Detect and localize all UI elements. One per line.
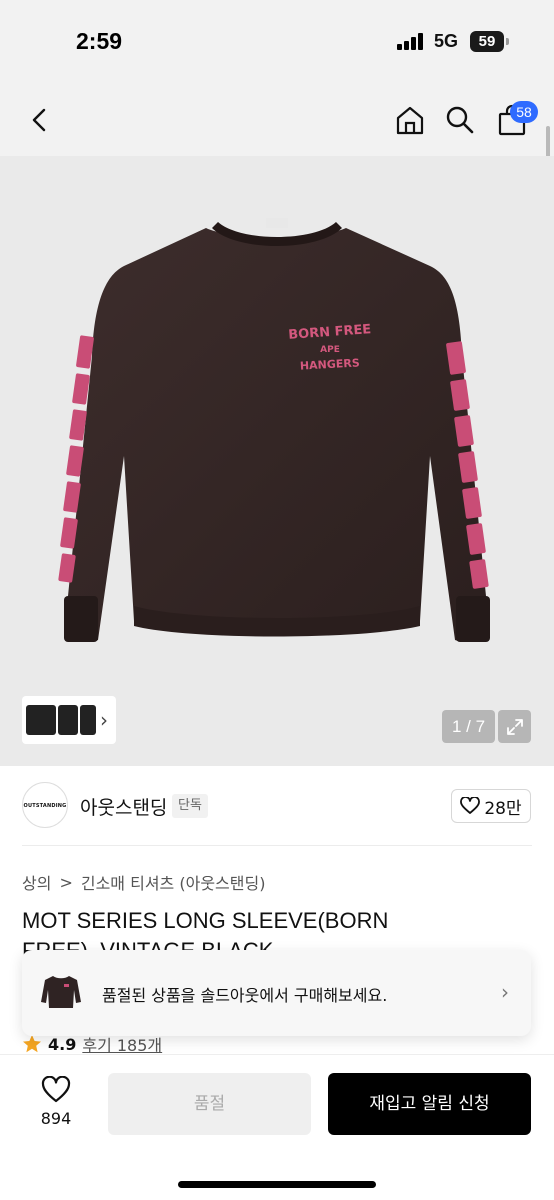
product-image[interactable]: BORN FREE APE HANGERS <box>0 156 554 766</box>
brand-logo[interactable]: OUTSTANDING <box>22 782 68 828</box>
breadcrumb: 상의 > 긴소매 티셔츠 (아웃스탠딩) <box>22 870 265 894</box>
expand-button[interactable] <box>498 710 531 743</box>
banner-product-thumbnail <box>41 976 81 1008</box>
battery-tip <box>506 38 509 45</box>
signal-icon <box>397 32 427 50</box>
status-time: 2:59 <box>76 28 123 54</box>
chevron-right-icon: › <box>501 980 509 1004</box>
restock-alert-button[interactable]: 재입고 알림 신청 <box>328 1073 531 1135</box>
cart-count-badge: 58 <box>510 101 538 123</box>
breadcrumb-category[interactable]: 긴소매 티셔츠 (아웃스탠딩) <box>81 870 266 894</box>
status-bar: 2:59 5G 59 <box>0 0 554 84</box>
divider <box>22 845 532 846</box>
brand-like-button[interactable]: 28만 <box>451 789 531 823</box>
rating-score: 4.9 <box>48 1034 77 1054</box>
home-indicator <box>178 1181 376 1188</box>
heart-icon <box>41 1075 71 1103</box>
breadcrumb-root[interactable]: 상의 <box>22 870 51 894</box>
search-button[interactable] <box>438 98 482 142</box>
banner-text: 품절된 상품을 솔드아웃에서 구매해보세요. <box>102 986 388 1005</box>
heart-icon <box>460 797 481 814</box>
home-icon <box>396 106 424 135</box>
brand-name[interactable]: 아웃스탠딩 <box>80 793 167 820</box>
exclusive-badge: 단독 <box>172 794 208 818</box>
wishlist-count: 894 <box>40 1109 72 1128</box>
search-icon <box>446 106 474 134</box>
network-label: 5G <box>434 31 459 51</box>
soldout-banner[interactable]: 품절된 상품을 솔드아웃에서 구매해보세요. › <box>22 950 531 1036</box>
print-line-2: APE <box>320 345 340 355</box>
soldout-button: 품절 <box>108 1073 311 1135</box>
top-nav <box>0 84 554 156</box>
brand-like-count: 28만 <box>484 798 522 819</box>
home-button[interactable] <box>388 98 432 142</box>
shirt-image: BORN FREE APE HANGERS <box>58 218 490 642</box>
back-button[interactable] <box>18 98 62 142</box>
battery-icon: 59 <box>470 31 504 52</box>
chevron-right-icon: › <box>100 708 108 732</box>
breadcrumb-separator: > <box>59 872 73 892</box>
thumbnail-3[interactable] <box>80 705 96 735</box>
wishlist-button[interactable] <box>30 1075 82 1108</box>
chevron-left-icon <box>32 108 46 132</box>
expand-icon <box>506 718 523 735</box>
image-counter: 1 / 7 <box>442 710 495 743</box>
thumbnail-strip[interactable]: › <box>22 696 116 744</box>
thumbnail-1[interactable] <box>26 705 56 735</box>
thumbnail-2[interactable] <box>58 705 78 735</box>
star-icon <box>23 1035 41 1053</box>
